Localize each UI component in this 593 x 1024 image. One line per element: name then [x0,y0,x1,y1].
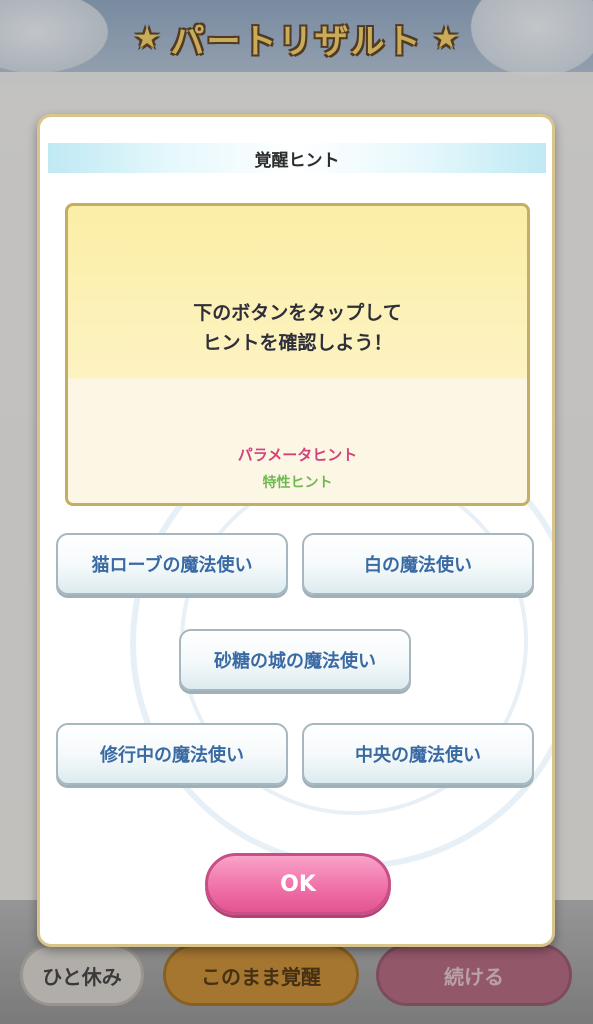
hint-instruction-text: 下のボタンをタップして ヒントを確認しよう！ [193,302,402,354]
parameter-hint-label: パラメータヒント [237,446,358,464]
mage-button-white[interactable]: 白の魔法使い [302,533,534,595]
ok-button[interactable]: OK [205,853,391,915]
mage-button-central[interactable]: 中央の魔法使い [302,723,534,785]
mage-button-sugar-castle[interactable]: 砂糖の城の魔法使い [179,629,411,691]
dialog-header: 覚醒ヒント [48,143,546,173]
trait-hint-label: 特性ヒント [262,475,333,491]
mage-button-cat-robe[interactable]: 猫ローブの魔法使い [56,533,288,595]
awakening-hint-dialog: 覚醒ヒント 下のボタンをタップして ヒントを確認しよう！ パラメータヒント 特性… [37,114,555,947]
dialog-title: 覚醒ヒント [254,150,340,171]
hint-display-box: 下のボタンをタップして ヒントを確認しよう！ パラメータヒント 特性ヒント [65,203,530,506]
mage-button-training[interactable]: 修行中の魔法使い [56,723,288,785]
